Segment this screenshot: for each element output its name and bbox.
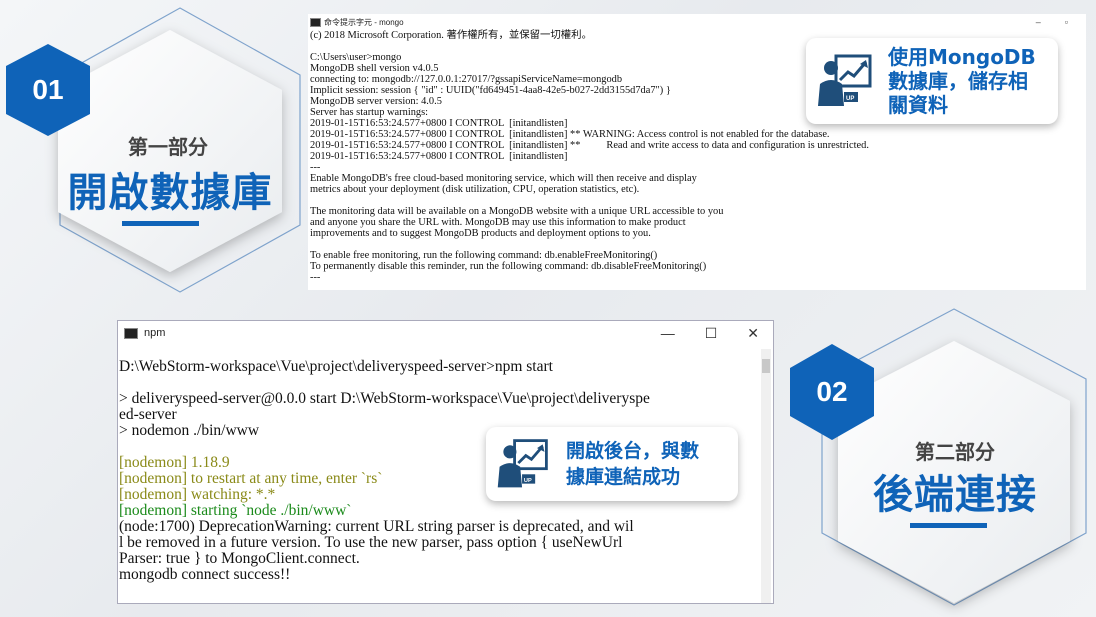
callout2-line2: 據庫連結成功	[566, 466, 681, 488]
mongo-console-line: ---	[310, 162, 321, 173]
mongo-console-line: 2019-01-15T16:53:24.577+0800 I CONTROL […	[310, 129, 830, 140]
npm-console-line: [nodemon] starting `node ./bin/www`	[119, 502, 352, 519]
svg-text:UP: UP	[846, 96, 854, 102]
section2-label: 第二部分	[915, 440, 995, 464]
section1-underline	[122, 221, 199, 226]
npm-window-title: npm	[144, 327, 166, 339]
npm-scrollbar[interactable]	[761, 349, 771, 603]
callout2-line1: 開啟後台，與數	[566, 440, 700, 462]
callout1-line3: 關資料	[888, 93, 948, 117]
section2-title: 後端連接	[873, 472, 1037, 518]
minimize-icon[interactable]: –	[1036, 17, 1041, 27]
mongo-console-line: 2019-01-15T16:53:24.577+0800 I CONTROL […	[310, 151, 568, 162]
businessman-chart-up-icon: UP	[818, 54, 872, 106]
mongo-console-line: To permanently disable this reminder, ru…	[310, 261, 707, 272]
section1-number: 01	[32, 74, 64, 105]
npm-console-line: D:\WebStorm-workspace\Vue\project\delive…	[119, 358, 553, 375]
mongo-window-titlebar[interactable]: 命令提示字元 - mongo – ▫	[308, 14, 1086, 30]
section1-title: 開啟數據庫	[67, 170, 273, 216]
npm-window-titlebar[interactable]: npm — ☐ ✕	[118, 321, 773, 345]
section1-label: 第一部分	[128, 135, 208, 159]
mongo-console-line: ---	[310, 272, 321, 283]
mongo-console-line: To enable free monitoring, run the follo…	[310, 250, 658, 261]
section2-number: 02	[816, 376, 848, 407]
mongo-console-line: The monitoring data will be available on…	[310, 206, 724, 217]
businessman-chart-up-icon: UP	[497, 439, 548, 488]
svg-text:UP: UP	[524, 478, 532, 484]
npm-console-line: mongodb connect success!!	[119, 566, 291, 583]
section2-underline	[910, 523, 987, 528]
mongo-console-line	[310, 195, 1086, 206]
npm-console-line: > deliveryspeed-server@0.0.0 start D:\We…	[119, 390, 650, 407]
callout-backend: UP 開啟後台，與數 據庫連結成功	[486, 427, 738, 501]
maximize-icon[interactable]: ☐	[705, 325, 718, 342]
npm-console-line: ed-server	[119, 406, 177, 423]
mongo-console-line: and anyone you share the URL with. Mongo…	[310, 217, 686, 228]
cmd-icon	[124, 327, 138, 339]
close-icon[interactable]: ✕	[747, 325, 759, 342]
mongo-console-line: metrics about your deployment (disk util…	[310, 184, 640, 195]
mongo-console-line: improvements and to suggest MongoDB prod…	[310, 228, 651, 239]
callout1-line2: 數據庫，儲存相	[888, 69, 1028, 93]
mongo-console-line: 2019-01-15T16:53:24.577+0800 I CONTROL […	[310, 140, 869, 151]
mongo-window-title: 命令提示字元 - mongo	[324, 17, 404, 27]
mongo-console-line	[310, 239, 1086, 250]
npm-console-line: l be removed in a future version. To use…	[119, 534, 623, 551]
npm-console-line	[119, 375, 773, 391]
npm-console-line: Parser: true } to MongoClient.connect.	[119, 550, 360, 567]
mongo-console-line: Enable MongoDB's free cloud-based monito…	[310, 173, 697, 184]
cmd-icon	[310, 17, 321, 27]
npm-scrollbar-thumb[interactable]	[762, 359, 770, 373]
minimize-icon[interactable]: —	[661, 325, 675, 342]
callout1-line1: 使用MongoDB	[888, 45, 1036, 69]
npm-console-line: (node:1700) DeprecationWarning: current …	[119, 518, 634, 535]
callout-mongodb: UP 使用MongoDB 數據庫，儲存相 關資料	[806, 38, 1058, 124]
maximize-icon[interactable]: ▫	[1065, 17, 1068, 27]
